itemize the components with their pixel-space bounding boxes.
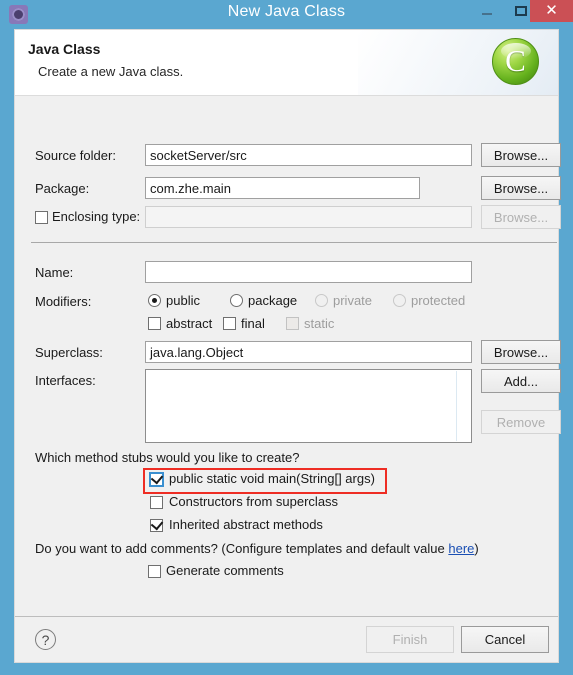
- comments-question-suffix: ): [474, 541, 479, 556]
- method-stub-checkbox-constructors[interactable]: [150, 496, 163, 509]
- interfaces-listbox[interactable]: [145, 369, 472, 443]
- generate-comments-checkbox[interactable]: [148, 565, 161, 578]
- enclosing-type-input: [145, 206, 472, 228]
- comments-question-prefix: Do you want to add comments? (Configure …: [35, 541, 449, 556]
- dialog-footer: ? Finish Cancel: [15, 616, 558, 663]
- modifier-radio-protected: [393, 294, 406, 307]
- page-subtitle: Create a new Java class.: [38, 64, 184, 79]
- method-stub-label-inherited: Inherited abstract methods: [169, 517, 323, 532]
- java-class-icon: C: [489, 35, 543, 89]
- method-stubs-question: Which method stubs would you like to cre…: [35, 450, 300, 465]
- modifier-radio-private: [315, 294, 328, 307]
- modifiers-label: Modifiers:: [35, 294, 92, 309]
- interfaces-listbox-divider: [456, 371, 457, 441]
- title-bar: New Java Class ✕: [0, 0, 573, 29]
- form-area: Source folder: socketServer/src Browse..…: [15, 95, 561, 616]
- method-stub-label-main: public static void main(String[] args): [169, 471, 375, 486]
- modifier-label-protected: protected: [411, 293, 466, 308]
- modifier-label-public: public: [166, 293, 200, 308]
- modifier-label-private: private: [333, 293, 373, 308]
- help-icon[interactable]: ?: [35, 629, 56, 650]
- comments-question: Do you want to add comments? (Configure …: [35, 541, 479, 556]
- modifier-checkbox-static: [286, 317, 299, 330]
- section-divider: [31, 242, 557, 243]
- modifier-label-package: package: [248, 293, 298, 308]
- interfaces-label: Interfaces:: [35, 373, 96, 388]
- method-stub-label-constructors: Constructors from superclass: [169, 494, 339, 509]
- package-input[interactable]: com.zhe.main: [145, 177, 420, 199]
- modifier-checkbox-abstract[interactable]: [148, 317, 161, 330]
- dialog-header: Java Class Create a new Java class. C: [15, 30, 558, 96]
- modifier-checkbox-final[interactable]: [223, 317, 236, 330]
- modifier-radio-package[interactable]: [230, 294, 243, 307]
- source-folder-input[interactable]: socketServer/src: [145, 144, 472, 166]
- enclosing-type-label: Enclosing type:: [52, 209, 141, 224]
- source-folder-browse-button[interactable]: Browse...: [481, 143, 561, 167]
- modifier-label-static: static: [304, 316, 335, 331]
- generate-comments-label: Generate comments: [166, 563, 284, 578]
- superclass-input[interactable]: java.lang.Object: [145, 341, 472, 363]
- page-title: Java Class: [28, 41, 101, 57]
- name-label: Name:: [35, 265, 74, 280]
- dialog-body: Java Class Create a new Java class. C So…: [14, 29, 561, 663]
- modifier-label-final: final: [241, 316, 265, 331]
- package-label: Package:: [35, 181, 90, 196]
- superclass-label: Superclass:: [35, 345, 103, 360]
- configure-templates-link[interactable]: here: [448, 541, 474, 556]
- package-browse-button[interactable]: Browse...: [481, 176, 561, 200]
- modifier-label-abstract: abstract: [166, 316, 213, 331]
- method-stub-checkbox-main[interactable]: [150, 471, 164, 486]
- method-stub-checkbox-inherited[interactable]: [150, 517, 164, 532]
- interfaces-add-button[interactable]: Add...: [481, 369, 561, 393]
- finish-button: Finish: [366, 626, 454, 653]
- close-button[interactable]: ✕: [530, 0, 573, 22]
- minimize-button[interactable]: [474, 0, 500, 22]
- enclosing-type-checkbox[interactable]: [35, 211, 48, 224]
- modifier-radio-public[interactable]: [148, 294, 161, 307]
- name-input[interactable]: [145, 261, 472, 283]
- superclass-browse-button[interactable]: Browse...: [481, 340, 561, 364]
- cancel-button[interactable]: Cancel: [461, 626, 549, 653]
- enclosing-type-browse-button: Browse...: [481, 205, 561, 229]
- interfaces-remove-button: Remove: [481, 410, 561, 434]
- source-folder-label: Source folder:: [35, 148, 116, 163]
- dialog-window: New Java Class ✕ Java Class Create a new…: [0, 0, 573, 675]
